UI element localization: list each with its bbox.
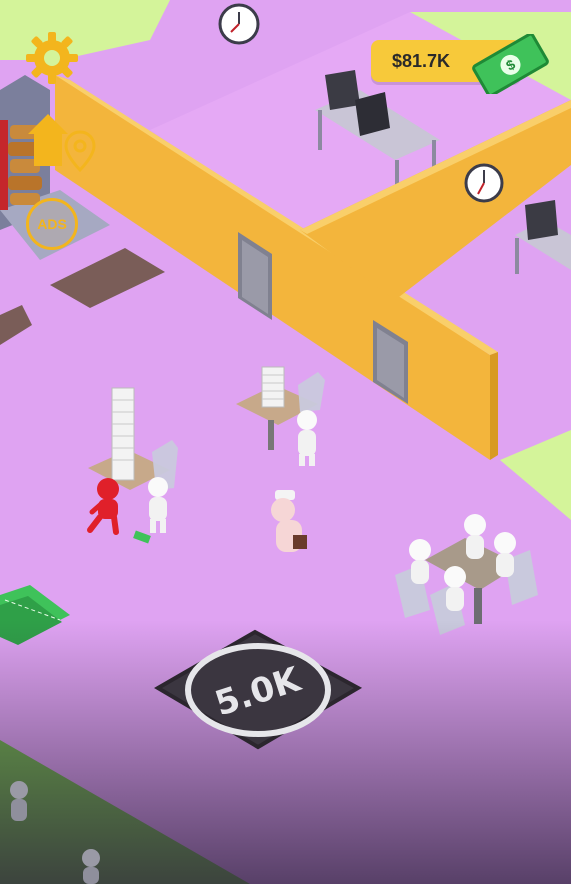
ads-label: ADS (37, 216, 67, 232)
clock-icon (218, 3, 260, 45)
plate-stack (111, 387, 135, 481)
ads-button[interactable]: ADS (26, 198, 78, 250)
cash-icon: $ (470, 32, 550, 97)
yellow-wall-end (490, 352, 498, 460)
clock-icon (464, 163, 504, 203)
pedestrian (10, 781, 28, 821)
location-button[interactable] (64, 130, 96, 173)
money-amount: $81.7K (391, 51, 451, 71)
location-pin-icon (64, 130, 96, 173)
plate-stack (261, 366, 285, 408)
gear-icon (26, 32, 78, 84)
settings-button[interactable] (24, 30, 80, 86)
